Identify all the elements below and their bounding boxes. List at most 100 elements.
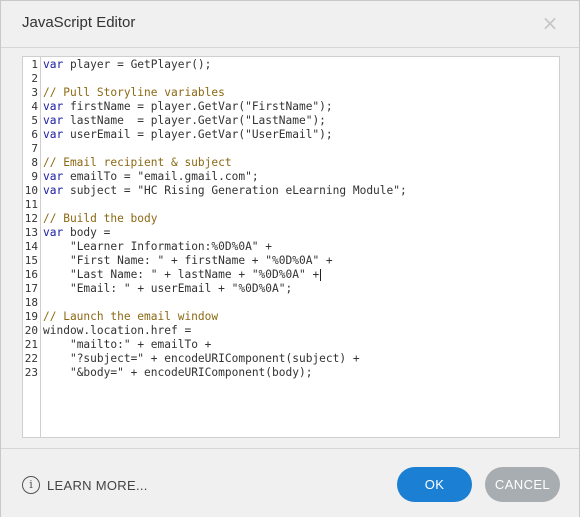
code-token: emailTo =	[63, 170, 138, 183]
code-line[interactable]: 18	[23, 296, 559, 310]
code-line[interactable]: 22 "?subject=" + encodeURIComponent(subj…	[23, 352, 559, 366]
string-token: "%0D%0A"	[231, 282, 286, 295]
line-number: 9	[31, 170, 38, 183]
line-number: 18	[24, 296, 38, 309]
code-text: "?subject=" + encodeURIComponent(subject…	[43, 352, 360, 366]
code-line[interactable]: 9 var emailTo = "email.gmail.com";	[23, 170, 559, 184]
code-token: subject =	[63, 184, 138, 197]
javascript-editor-dialog: JavaScript Editor × 1 var player = GetPla…	[0, 0, 580, 517]
string-token: "email.gmail.com"	[137, 170, 252, 183]
line-number: 3	[31, 86, 38, 99]
code-token: + emailTo +	[130, 338, 212, 351]
keyword-token: var	[43, 226, 64, 239]
dialog-footer: i LEARN MORE... OK CANCEL	[1, 448, 579, 517]
code-token: + lastName +	[157, 268, 252, 281]
title-bar: JavaScript Editor ×	[1, 1, 579, 48]
string-token: "FirstName"	[245, 100, 320, 113]
code-line[interactable]: 17 "Email: " + userEmail + "%0D%0A";	[23, 282, 559, 296]
code-line[interactable]: 20 window.location.href =	[23, 324, 559, 338]
code-token: player = GetPlayer();	[63, 58, 212, 71]
code-line[interactable]: 10 var subject = "HC Rising Generation eL…	[23, 184, 559, 198]
code-line[interactable]: 8 // Email recipient & subject	[23, 156, 559, 170]
comment-token: // Launch the email window	[43, 310, 219, 323]
string-token: "Email: "	[69, 282, 131, 295]
close-icon[interactable]: ×	[539, 11, 561, 35]
line-number: 5	[31, 114, 38, 127]
code-text: window.location.href =	[43, 324, 191, 338]
code-line[interactable]: 7	[23, 142, 559, 156]
line-number: 23	[24, 366, 38, 379]
line-number: 16	[24, 268, 38, 281]
code-line[interactable]: 23 "&body=" + encodeURIComponent(body);	[23, 366, 559, 380]
code-line[interactable]: 12 // Build the body	[23, 212, 559, 226]
code-line[interactable]: 3 // Pull Storyline variables	[23, 86, 559, 100]
keyword-token: var	[43, 184, 64, 197]
ok-button[interactable]: OK	[397, 467, 472, 502]
code-text: var body =	[43, 226, 110, 240]
keyword-token: var	[43, 170, 64, 183]
code-line[interactable]: 1 var player = GetPlayer();	[23, 58, 559, 72]
line-number: 10	[24, 184, 38, 197]
code-token: + userEmail +	[130, 282, 232, 295]
keyword-token: var	[43, 58, 64, 71]
code-token: );	[312, 114, 326, 127]
code-text: var player = GetPlayer();	[43, 58, 211, 72]
cancel-button[interactable]: CANCEL	[485, 467, 560, 502]
code-token: +	[258, 240, 273, 253]
code-text: "&body=" + encodeURIComponent(body);	[43, 366, 312, 380]
comment-token: // Pull Storyline variables	[43, 86, 225, 99]
code-token: ;	[400, 184, 407, 197]
info-icon: i	[22, 476, 40, 494]
string-token: "mailto:"	[69, 338, 131, 351]
code-line[interactable]: 16 "Last Name: " + lastName + "%0D%0A" +	[23, 268, 559, 282]
code-text: // Launch the email window	[43, 310, 218, 324]
code-text: var userEmail = player.GetVar("UserEmail…	[43, 128, 333, 142]
code-text: "Email: " + userEmail + "%0D%0A";	[43, 282, 292, 296]
string-token: "First Name: "	[69, 254, 165, 267]
code-text: var lastName = player.GetVar("LastName")…	[43, 114, 326, 128]
learn-more-link[interactable]: i LEARN MORE...	[22, 476, 148, 494]
line-number: 6	[31, 128, 38, 141]
code-line[interactable]: 15 "First Name: " + firstName + "%0D%0A"…	[23, 254, 559, 268]
code-line[interactable]: 5 var lastName = player.GetVar("LastName"…	[23, 114, 559, 128]
code-token: + encodeURIComponent(body);	[123, 366, 313, 379]
code-token: body =	[63, 226, 111, 239]
string-token: "UserEmail"	[245, 128, 320, 141]
line-number: 11	[24, 198, 38, 211]
code-line[interactable]: 4 var firstName = player.GetVar("FirstNam…	[23, 100, 559, 114]
code-token: + encodeURIComponent(subject) +	[144, 352, 360, 365]
line-number: 19	[24, 310, 38, 323]
string-token: "?subject="	[69, 352, 145, 365]
string-token: "&body="	[69, 366, 124, 379]
code-text: var firstName = player.GetVar("FirstName…	[43, 100, 333, 114]
line-number: 22	[24, 352, 38, 365]
line-number: 15	[24, 254, 38, 267]
string-token: "%0D%0A"	[265, 254, 320, 267]
code-line[interactable]: 19 // Launch the email window	[23, 310, 559, 324]
comment-token: // Email recipient & subject	[43, 156, 232, 169]
code-line[interactable]: 11	[23, 198, 559, 212]
code-line[interactable]: 14 "Learner Information:%0D%0A" +	[23, 240, 559, 254]
line-number: 7	[31, 142, 38, 155]
line-number: 2	[31, 72, 38, 85]
line-number: 17	[24, 282, 38, 295]
line-number: 1	[31, 58, 38, 71]
code-token: lastName = player.GetVar(	[63, 114, 246, 127]
code-text: // Build the body	[43, 212, 158, 226]
line-number: 14	[24, 240, 38, 253]
code-editor[interactable]: 1 var player = GetPlayer(); 2 3 // Pull Stor…	[22, 56, 560, 438]
code-token: userEmail = player.GetVar(	[63, 128, 246, 141]
code-line[interactable]: 21 "mailto:" + emailTo +	[23, 338, 559, 352]
string-token: "HC Rising Generation eLearning Module"	[137, 184, 400, 197]
code-token: );	[319, 100, 333, 113]
code-line[interactable]: 6 var userEmail = player.GetVar("UserEmai…	[23, 128, 559, 142]
code-text: // Email recipient & subject	[43, 156, 232, 170]
code-line[interactable]: 2	[23, 72, 559, 86]
code-token: ;	[285, 282, 293, 295]
code-line[interactable]: 13 var body =	[23, 226, 559, 240]
